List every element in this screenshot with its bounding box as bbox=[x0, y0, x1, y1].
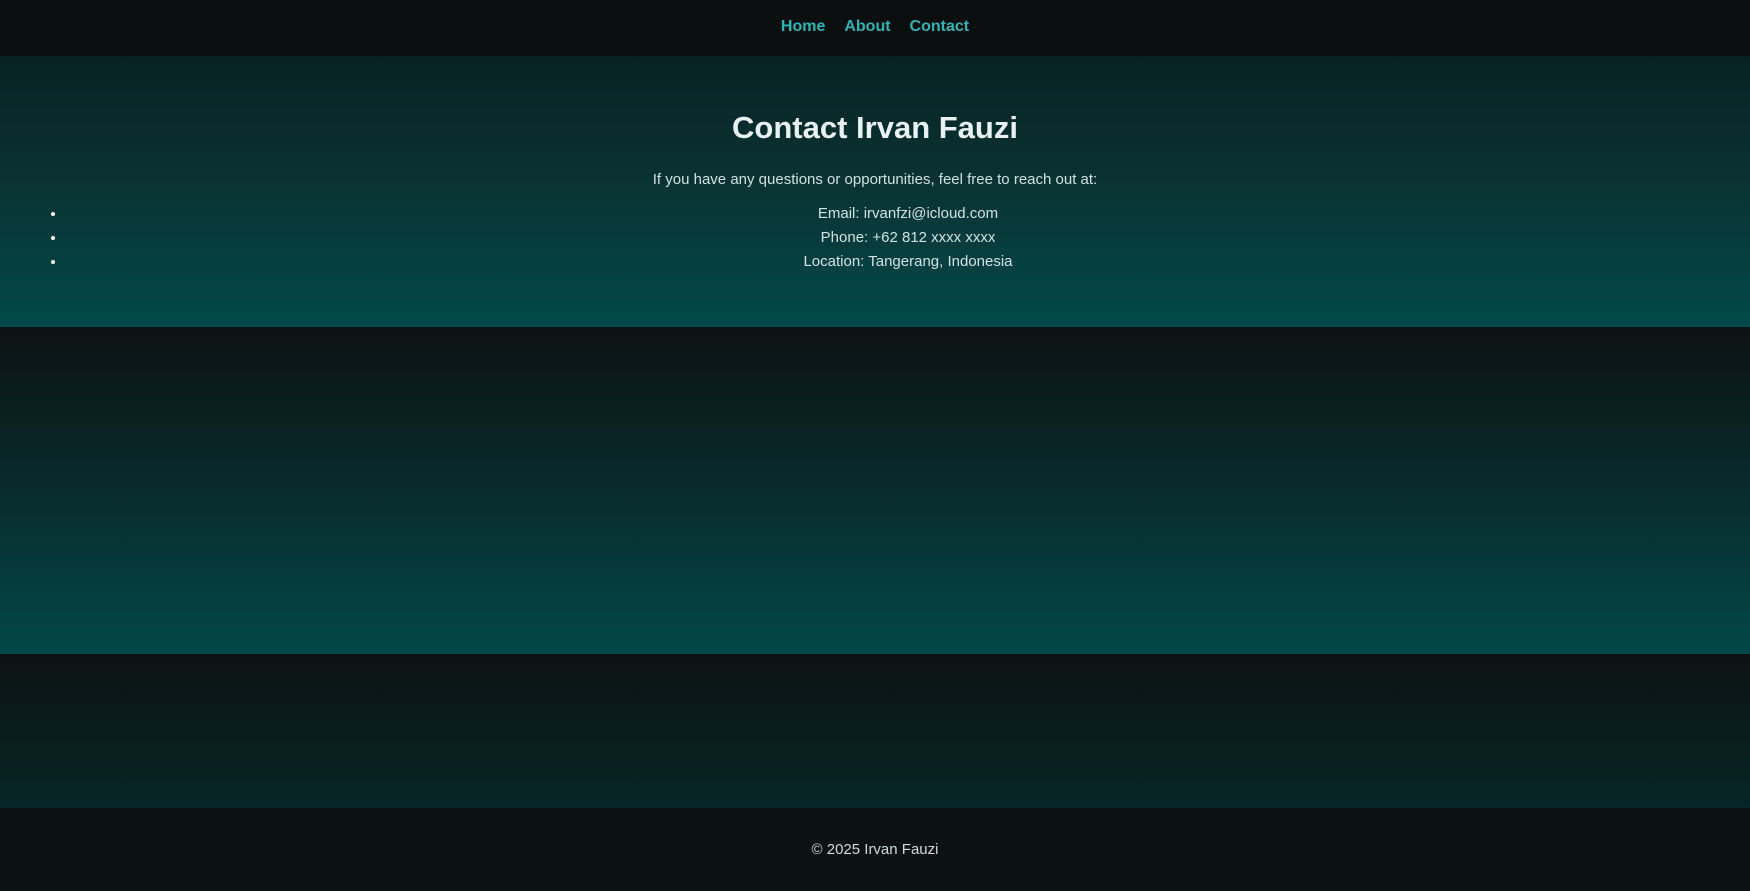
page-title: Contact Irvan Fauzi bbox=[732, 110, 1018, 145]
top-nav: Home About Contact bbox=[0, 0, 1750, 56]
nav-link-home[interactable]: Home bbox=[781, 18, 825, 36]
contact-intro: If you have any questions or opportuniti… bbox=[652, 171, 1098, 188]
contact-item-location: Location: Tangerang, Indonesia bbox=[66, 250, 1750, 274]
empty-section bbox=[0, 327, 1750, 654]
contact-item-email: Email: irvanfzi@icloud.com bbox=[66, 202, 1750, 226]
contact-item-phone: Phone: +62 812 xxxx xxxx bbox=[66, 226, 1750, 250]
spacer-section bbox=[0, 654, 1750, 808]
footer: © 2025 Irvan Fauzi bbox=[0, 808, 1750, 891]
footer-copyright: © 2025 Irvan Fauzi bbox=[811, 841, 939, 858]
contact-list: Email: irvanfzi@icloud.com Phone: +62 81… bbox=[0, 202, 1750, 274]
nav-link-contact[interactable]: Contact bbox=[910, 18, 970, 36]
contact-section: Contact Irvan Fauzi If you have any ques… bbox=[0, 56, 1750, 327]
nav-link-about[interactable]: About bbox=[844, 18, 890, 36]
